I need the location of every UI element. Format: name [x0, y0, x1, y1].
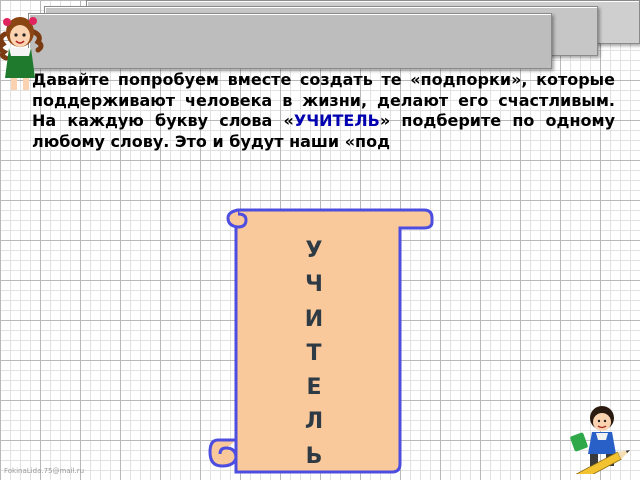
scroll-letter: Л — [304, 409, 324, 435]
scroll-letter: У — [305, 238, 323, 263]
scroll-letter: И — [304, 306, 324, 332]
instruction-paragraph: Давайте попробуем вместе создать те «под… — [32, 70, 615, 152]
scroll-letters: У Ч И Т Е Л Ь — [292, 234, 336, 474]
scroll-bottom-curl — [208, 438, 238, 468]
header-banner-front — [28, 13, 552, 69]
scroll-letter: Ь — [305, 443, 323, 469]
scroll-letter: Ч — [305, 272, 323, 298]
scroll-letter: Е — [306, 375, 322, 401]
schoolboy-with-pencil-illustration-icon — [567, 406, 631, 474]
scroll-letter: Т — [306, 340, 322, 366]
keyword-teacher: УЧИТЕЛЬ — [293, 111, 380, 130]
author-watermark: FokinaLida.75@mail.ru — [4, 467, 85, 475]
